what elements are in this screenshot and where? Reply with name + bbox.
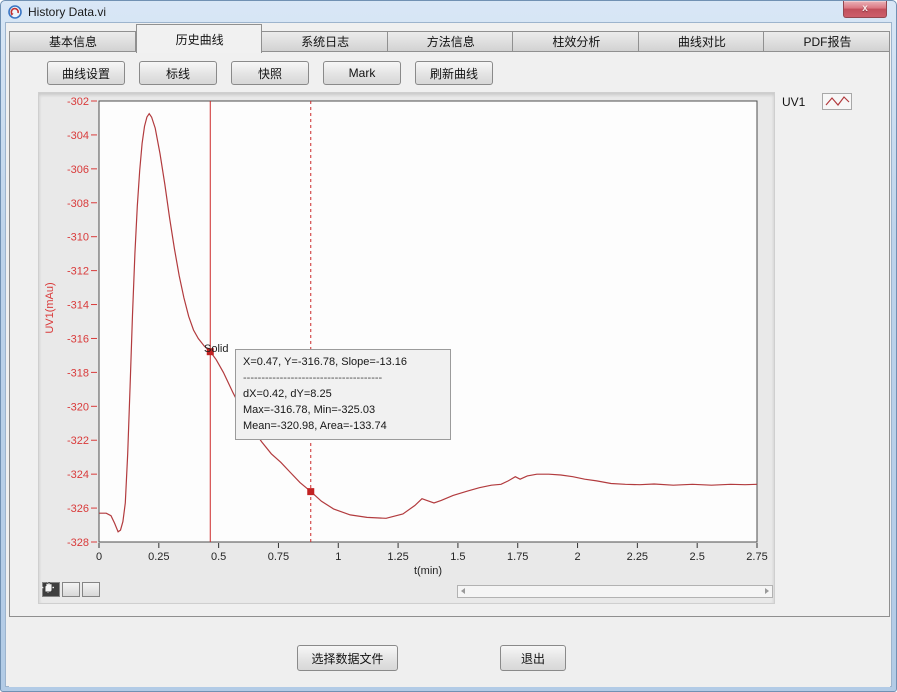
tab-system-log[interactable]: 系统日志 <box>262 31 388 52</box>
y-tick-label: -326 <box>67 503 89 515</box>
x-tick-label: 1.5 <box>450 551 465 563</box>
tooltip-line-maxmin: Max=-316.78, Min=-325.03 <box>243 402 443 418</box>
x-axis-ticks: 0 0.25 0.5 0.75 1 1.25 1.5 1.75 2 2.25 2.5 2.75 <box>96 543 768 563</box>
x-tick-label: 2.25 <box>627 551 648 563</box>
curve-settings-button[interactable]: 曲线设置 <box>47 61 125 85</box>
x-tick-label: 0.75 <box>268 551 289 563</box>
chart-legend[interactable]: UV1 <box>782 93 852 110</box>
close-icon: x <box>862 4 868 14</box>
window-title: History Data.vi <box>28 5 106 19</box>
y-tick-label: -322 <box>67 435 89 447</box>
y-tick-label: -308 <box>67 198 89 210</box>
app-icon <box>8 5 22 19</box>
legend-series-label: UV1 <box>782 95 805 109</box>
tooltip-line-meanarea: Mean=-320.98, Area=-133.74 <box>243 418 443 434</box>
tab-history-curve[interactable]: 历史曲线 <box>136 24 263 53</box>
cursor-tooltip: X=0.47, Y=-316.78, Slope=-13.16 --------… <box>235 349 451 440</box>
y-tick-label: -302 <box>67 96 89 108</box>
y-tick-label: -324 <box>67 469 89 481</box>
y-tick-label: -314 <box>67 300 89 312</box>
tooltip-separator: -------------------------------------- <box>243 370 443 386</box>
cursor-marker[interactable] <box>307 488 314 495</box>
y-tick-label: -312 <box>67 266 89 278</box>
snapshot-button[interactable]: 快照 <box>231 61 309 85</box>
x-axis-label: t(min) <box>414 565 442 577</box>
x-tick-label: 2.5 <box>690 551 705 563</box>
y-tick-label: -306 <box>67 164 89 176</box>
app-window: History Data.vi x 基本信息历史曲线系统日志方法信息柱效分析曲线… <box>0 0 897 692</box>
tab-curve-compare[interactable]: 曲线对比 <box>639 31 765 52</box>
x-tick-label: 1.75 <box>507 551 528 563</box>
close-button[interactable]: x <box>843 1 887 18</box>
x-tick-label: 0.25 <box>148 551 169 563</box>
client-area: 基本信息历史曲线系统日志方法信息柱效分析曲线对比PDF报告 曲线设置标线快照 Ma… <box>5 22 892 687</box>
y-axis-ticks: -302 -304 -306 -308 -310 -312 -314 -316 -318 -320… <box>67 96 97 549</box>
tab-column-efficiency[interactable]: 柱效分析 <box>513 31 639 52</box>
tab-basic-info[interactable]: 基本信息 <box>9 31 136 52</box>
refresh-curve-button[interactable]: 刷新曲线 <box>415 61 493 85</box>
mark-button[interactable]: Mark <box>323 61 401 85</box>
select-data-file-button[interactable]: 选择数据文件 <box>297 645 398 671</box>
marker-line-button[interactable]: 标线 <box>139 61 217 85</box>
scroll-right-arrow[interactable] <box>765 588 769 594</box>
x-tick-label: 1 <box>335 551 341 563</box>
graph-palette <box>42 582 100 597</box>
y-tick-label: -310 <box>67 232 89 244</box>
tooltip-line-position: X=0.47, Y=-316.78, Slope=-13.16 <box>243 354 443 370</box>
toolbar: 曲线设置标线快照 Mark 刷新曲线 <box>47 61 493 85</box>
plot-area[interactable] <box>99 101 757 542</box>
tab-method-info[interactable]: 方法信息 <box>388 31 514 52</box>
y-tick-label: -304 <box>67 130 89 142</box>
y-tick-label: -318 <box>67 367 89 379</box>
legend-line-sample[interactable] <box>822 93 852 110</box>
title-bar: History Data.vi x <box>1 1 896 22</box>
horizontal-scrollbar[interactable] <box>457 585 773 598</box>
y-tick-label: -320 <box>67 401 89 413</box>
x-tick-label: 1.25 <box>387 551 408 563</box>
zoom-tool-button[interactable] <box>62 582 80 597</box>
tab-bar: 基本信息历史曲线系统日志方法信息柱效分析曲线对比PDF报告 <box>9 24 890 52</box>
exit-button[interactable]: 退出 <box>500 645 566 671</box>
hand-icon <box>42 582 54 593</box>
y-axis-label: UV1(mAu) <box>44 282 56 333</box>
tab-pdf-report[interactable]: PDF报告 <box>764 31 890 52</box>
x-tick-label: 2.75 <box>746 551 767 563</box>
tab-page-history-curve: 曲线设置标线快照 Mark 刷新曲线 -302 -304 -306 -308 -310 -31… <box>9 51 890 617</box>
scroll-left-arrow[interactable] <box>461 588 465 594</box>
x-tick-label: 0.5 <box>211 551 226 563</box>
chart-panel: -302 -304 -306 -308 -310 -312 -314 -316 -318 -320… <box>38 92 775 604</box>
x-tick-label: 0 <box>96 551 102 563</box>
footer-bar: 选择数据文件 退出 <box>9 617 890 687</box>
y-tick-label: -316 <box>67 333 89 345</box>
line-sample-icon <box>823 94 851 109</box>
y-tick-label: -328 <box>67 537 89 549</box>
cursor-label: Solid <box>204 343 228 355</box>
tooltip-line-delta: dX=0.42, dY=8.25 <box>243 386 443 402</box>
x-tick-label: 2 <box>574 551 580 563</box>
pan-tool-button[interactable] <box>82 582 100 597</box>
